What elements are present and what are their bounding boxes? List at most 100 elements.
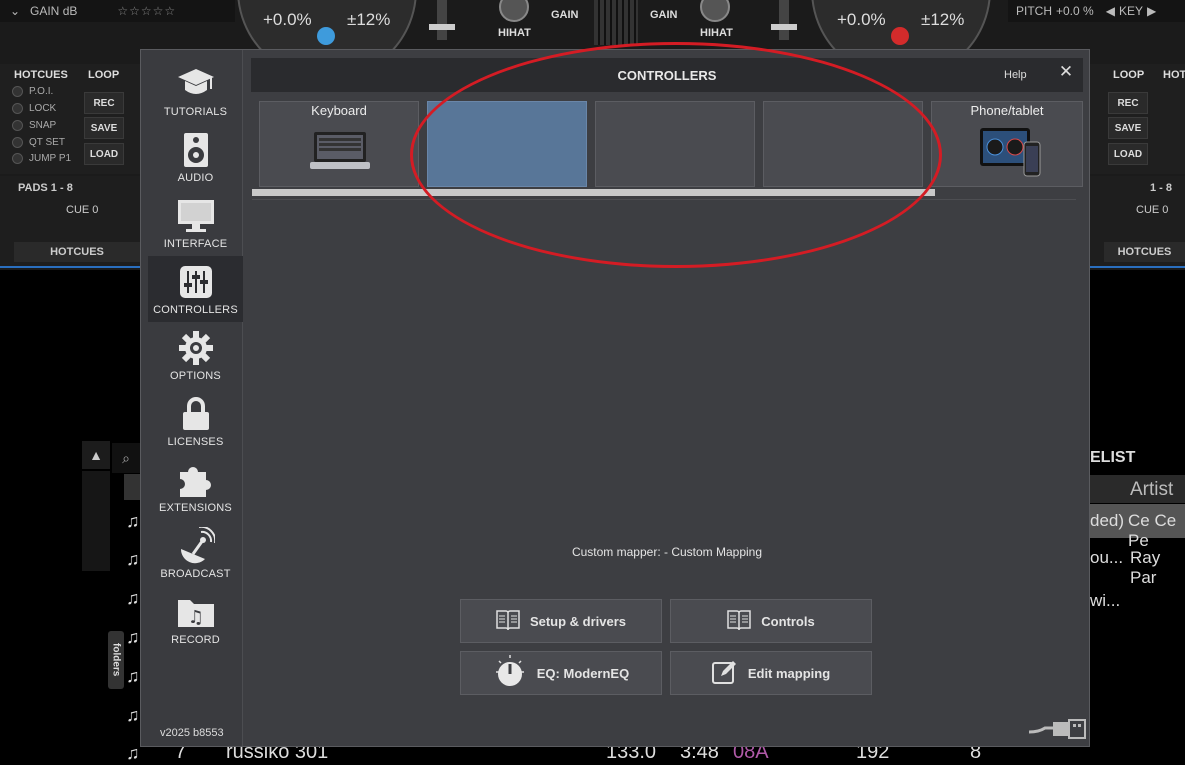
edit-mapping-button[interactable]: Edit mapping bbox=[670, 651, 872, 695]
sidebar-item-label: RECORD bbox=[171, 634, 220, 646]
right-pitch-percent: +0.0% bbox=[837, 10, 886, 29]
rec-button[interactable]: REC bbox=[84, 92, 124, 114]
controller-tile-keyboard[interactable]: Keyboard bbox=[259, 101, 419, 187]
loop-title-right: LOOP bbox=[1113, 69, 1145, 81]
setup-drivers-button[interactable]: Setup & drivers bbox=[460, 599, 662, 643]
controller-scrollbar[interactable] bbox=[252, 189, 935, 196]
chevron-down-icon[interactable]: ⌄ bbox=[0, 4, 30, 18]
close-icon[interactable]: ✕ bbox=[1054, 62, 1078, 86]
svg-text:♫: ♫ bbox=[187, 607, 203, 628]
sidebar-item-tutorials[interactable]: TUTORIALS bbox=[148, 58, 243, 124]
load-button[interactable]: LOAD bbox=[84, 143, 124, 165]
rec-button-right[interactable]: REC bbox=[1108, 92, 1148, 114]
edit-icon bbox=[711, 659, 738, 688]
pads-title[interactable]: PADS 1 - 8 bbox=[18, 182, 73, 194]
load-button-right[interactable]: LOAD bbox=[1108, 143, 1148, 165]
vu-meter bbox=[594, 0, 638, 45]
music-note-icon: ♫ bbox=[126, 743, 140, 763]
folders-tab[interactable]: folders bbox=[108, 631, 124, 689]
gain-label: GAIN bbox=[30, 4, 60, 18]
sidebar-item-label: AUDIO bbox=[177, 172, 214, 184]
scroll-up-icon[interactable]: ▲ bbox=[82, 441, 110, 469]
version-label: v2025 b8553 bbox=[160, 727, 224, 739]
setup-drivers-label: Setup & drivers bbox=[529, 613, 627, 629]
right-hihat-label: HIHAT bbox=[700, 27, 733, 39]
custom-mapper-label: Custom mapper: - Custom Mapping bbox=[571, 545, 763, 559]
cue-label[interactable]: CUE 0 bbox=[66, 204, 98, 216]
controls-button[interactable]: Controls bbox=[670, 599, 872, 643]
music-note-icon: ♫ bbox=[126, 705, 140, 725]
sidebar-item-controllers[interactable]: CONTROLLERS bbox=[148, 256, 243, 322]
hotcues-title: HOTCUES bbox=[14, 69, 68, 81]
rating-stars[interactable]: ☆☆☆☆☆ bbox=[117, 4, 176, 18]
artist-column-header[interactable]: Artist bbox=[1090, 475, 1185, 503]
browser-scrollbar[interactable] bbox=[82, 471, 110, 571]
sidebar-item-options[interactable]: OPTIONS bbox=[148, 322, 243, 388]
page-title: CONTROLLERS bbox=[617, 68, 717, 83]
left-pitch-fader[interactable] bbox=[429, 0, 455, 40]
list-item[interactable]: ded) Ce Ce Pe bbox=[1090, 504, 1185, 550]
sidebar-item-extensions[interactable]: EXTENSIONS bbox=[148, 454, 243, 520]
controls-label: Controls bbox=[761, 613, 815, 629]
hotcues-bar-right[interactable]: HOTCUES bbox=[1104, 242, 1185, 262]
chevron-right-icon[interactable]: ▶ bbox=[1147, 4, 1156, 18]
sidebar-item-label: CONTROLLERS bbox=[153, 304, 238, 316]
jump-toggle[interactable]: JUMP P1 bbox=[12, 153, 71, 164]
sidebar-item-label: TUTORIALS bbox=[163, 106, 228, 118]
poi-toggle[interactable]: P.O.I. bbox=[12, 86, 53, 97]
controller-tile-empty-2[interactable] bbox=[595, 101, 755, 187]
lock-icon bbox=[176, 396, 216, 432]
qt-set-toggle[interactable]: QT SET bbox=[12, 137, 65, 148]
dialog-titlebar: CONTROLLERS Help ✕ bbox=[251, 58, 1083, 92]
settings-dialog: TUTORIALS AUDIO INTERFACE CONTROLLERS OP bbox=[140, 49, 1090, 747]
save-button-right[interactable]: SAVE bbox=[1108, 117, 1148, 139]
book-icon bbox=[496, 609, 520, 634]
right-pitch-fader[interactable] bbox=[771, 0, 797, 40]
music-folder-icon: ♫ bbox=[176, 594, 216, 630]
mortarboard-icon bbox=[176, 66, 216, 102]
pitch-value: +0.0 % bbox=[1056, 4, 1094, 18]
tablet-phone-icon bbox=[978, 126, 1044, 183]
controller-tile-phone-tablet[interactable]: Phone/tablet bbox=[931, 101, 1083, 187]
key-label: KEY bbox=[1118, 4, 1143, 18]
divider bbox=[252, 199, 1076, 200]
left-hihat-knob[interactable] bbox=[499, 0, 529, 22]
cue-label-right[interactable]: CUE 0 bbox=[1136, 204, 1168, 216]
list-item[interactable]: wi... bbox=[1090, 591, 1120, 611]
list-item-title: ded) bbox=[1090, 511, 1125, 530]
controller-tile-empty-3[interactable] bbox=[763, 101, 923, 187]
sidebar-item-label: OPTIONS bbox=[170, 370, 221, 382]
controller-tile-empty-1[interactable] bbox=[427, 101, 587, 187]
eq-button[interactable]: EQ: ModernEQ bbox=[460, 651, 662, 695]
left-pitch-percent: +0.0% bbox=[263, 10, 312, 29]
artist-header-label: Artist bbox=[1130, 479, 1174, 500]
save-button[interactable]: SAVE bbox=[84, 117, 124, 139]
hotcues-bar[interactable]: HOTCUES bbox=[14, 242, 140, 262]
chevron-left-icon[interactable]: ◀ bbox=[1106, 4, 1115, 18]
right-gain-label: GAIN bbox=[650, 9, 678, 21]
right-deck-dot bbox=[891, 27, 909, 45]
search-icon[interactable]: ⌕ bbox=[112, 443, 140, 473]
sidebar-item-record[interactable]: ♫ RECORD bbox=[148, 586, 243, 652]
edit-mapping-label: Edit mapping bbox=[747, 665, 831, 681]
lock-toggle[interactable]: LOCK bbox=[12, 103, 56, 114]
music-note-icon: ♫ bbox=[126, 666, 140, 686]
hotcues-title-right: HOT bbox=[1163, 69, 1185, 81]
left-deck-dot bbox=[317, 27, 335, 45]
left-deck-info-strip: ⌄ GAIN dB ☆☆☆☆☆ bbox=[0, 0, 235, 22]
snap-toggle[interactable]: SNAP bbox=[12, 120, 56, 131]
sidebar-item-interface[interactable]: INTERFACE bbox=[148, 190, 243, 256]
music-note-icon: ♫ bbox=[126, 511, 140, 531]
sidebar-item-label: INTERFACE bbox=[163, 238, 228, 250]
right-hihat-knob[interactable] bbox=[700, 0, 730, 22]
left-hotcues-panel: HOTCUES LOOP P.O.I. LOCK SNAP QT SET JUM… bbox=[0, 64, 140, 174]
help-link[interactable]: Help bbox=[1004, 69, 1027, 81]
gain-unit[interactable]: dB bbox=[63, 4, 78, 18]
sidebar-item-audio[interactable]: AUDIO bbox=[148, 124, 243, 190]
usb-icon bbox=[1028, 716, 1087, 742]
sidebar-item-licenses[interactable]: LICENSES bbox=[148, 388, 243, 454]
settings-sidebar: TUTORIALS AUDIO INTERFACE CONTROLLERS OP bbox=[141, 50, 243, 746]
controller-label: Keyboard bbox=[311, 103, 367, 118]
pads-title-right[interactable]: 1 - 8 bbox=[1150, 182, 1172, 194]
controller-label: Phone/tablet bbox=[970, 103, 1044, 118]
